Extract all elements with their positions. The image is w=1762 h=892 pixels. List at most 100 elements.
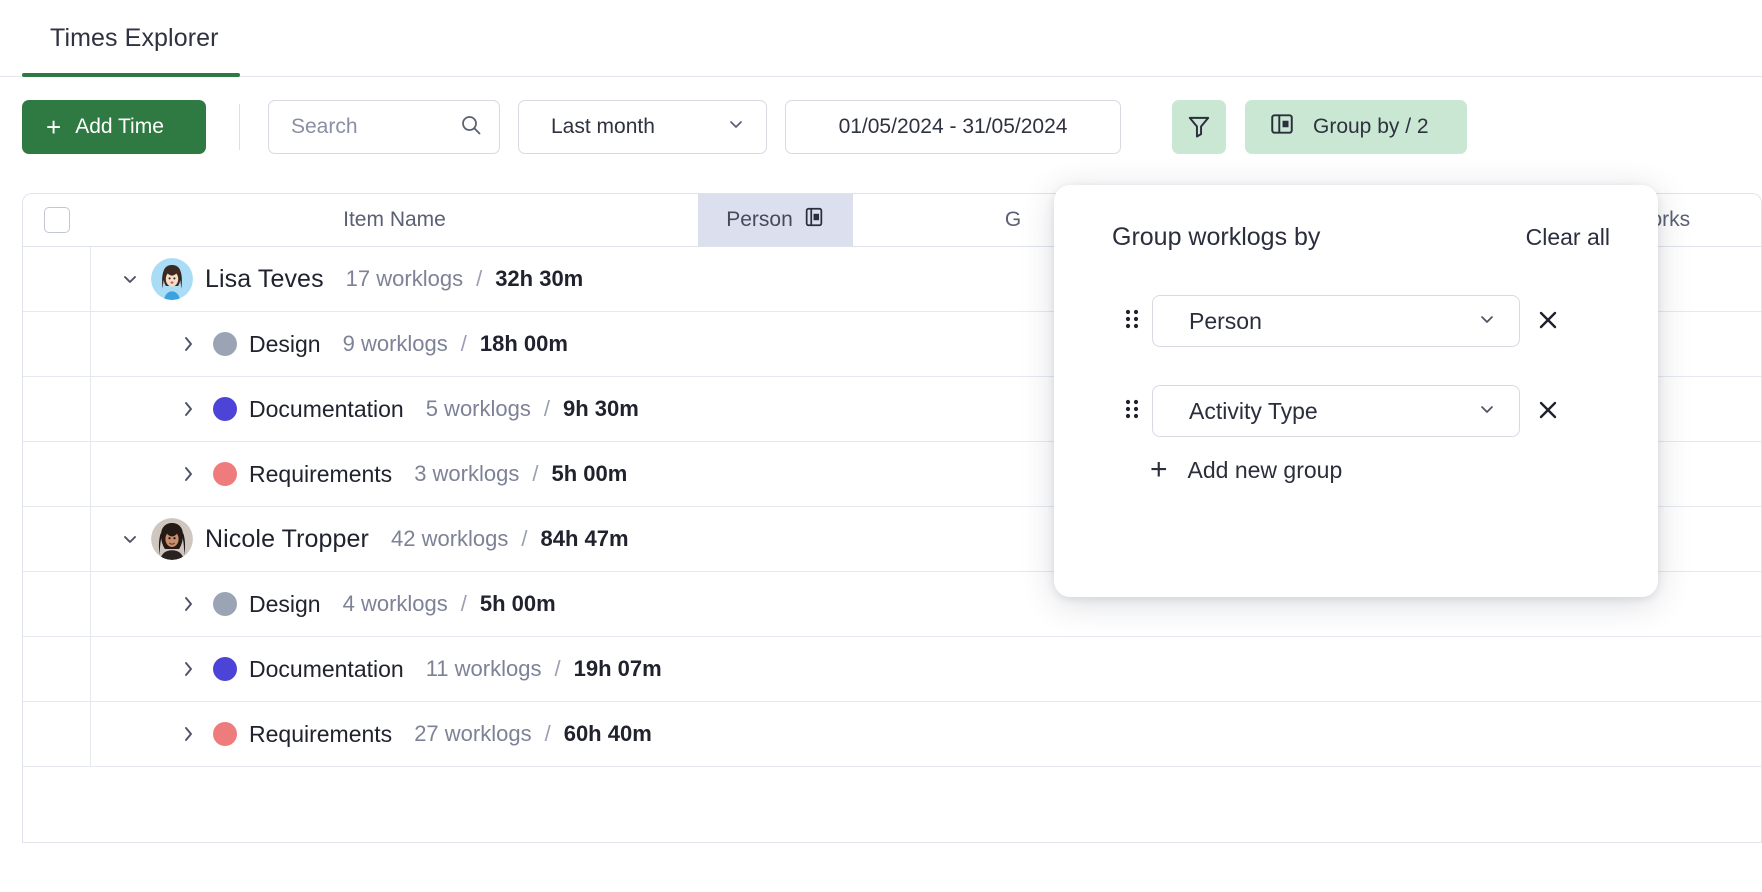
activity-color-dot [213, 397, 237, 421]
worklogs-count: 3 worklogs [414, 461, 520, 486]
activity-name: Requirements [249, 720, 393, 747]
group-row-person: Person [1112, 293, 1612, 349]
remove-group-button-1[interactable] [1520, 295, 1576, 347]
row-content: Requirements 27 worklogs / 60h 40m [91, 702, 652, 766]
meta-separator: / [476, 266, 483, 291]
column-label-item-name: Item Name [343, 208, 446, 231]
row-meta: 11 worklogs / 19h 07m [426, 656, 662, 682]
duration-total: 5h 00m [479, 591, 556, 616]
worklogs-count: 42 worklogs [390, 526, 509, 551]
select-all-checkbox[interactable] [44, 207, 70, 233]
row-meta: 17 worklogs / 32h 30m [346, 266, 584, 292]
chevron-right-icon[interactable] [171, 657, 205, 681]
times-explorer-app: Times Explorer + Add Time Search Last mo… [0, 0, 1762, 892]
chevron-right-icon[interactable] [171, 332, 205, 356]
activity-name: Documentation [249, 655, 404, 682]
table-row[interactable]: Documentation 11 worklogs / 19h 07m [23, 637, 1761, 702]
chevron-right-icon[interactable] [171, 462, 205, 486]
meta-separator: / [460, 331, 467, 356]
chevron-down-icon[interactable] [113, 267, 147, 291]
row-meta: 27 worklogs / 60h 40m [414, 721, 652, 747]
avatar [151, 258, 193, 300]
activity-color-dot [213, 657, 237, 681]
add-time-button[interactable]: + Add Time [22, 100, 206, 154]
funnel-icon [1186, 113, 1212, 142]
column-header-person[interactable]: Person [698, 194, 853, 246]
column-label-person: Person [726, 208, 793, 231]
search-input[interactable]: Search [268, 100, 500, 154]
row-gutter [23, 637, 91, 701]
tab-times-explorer[interactable]: Times Explorer [22, 0, 247, 77]
drag-handle-icon[interactable] [1112, 307, 1152, 335]
row-gutter [23, 572, 91, 636]
group-by-label: Group by / 2 [1313, 115, 1429, 138]
activity-color-dot [213, 462, 237, 486]
row-meta: 42 worklogs / 84h 47m [391, 526, 629, 552]
date-range-picker[interactable]: 01/05/2024 - 31/05/2024 [785, 100, 1121, 154]
filter-button[interactable] [1172, 100, 1226, 154]
add-time-label: Add Time [75, 115, 164, 138]
row-content: Nicole Tropper 42 worklogs / 84h 47m [91, 507, 629, 571]
group-select-value: Person [1189, 307, 1262, 334]
row-gutter [23, 377, 91, 441]
panel-layout-icon [1269, 111, 1295, 143]
meta-separator: / [544, 721, 551, 746]
period-select[interactable]: Last month [518, 100, 767, 154]
chevron-down-icon[interactable] [113, 527, 147, 551]
date-range-value: 01/05/2024 - 31/05/2024 [838, 115, 1068, 138]
panel-layout-icon [803, 206, 825, 234]
group-select-value: Activity Type [1189, 397, 1318, 424]
add-new-group-label: Add new group [1187, 456, 1343, 483]
worklogs-count: 27 worklogs [414, 721, 532, 746]
period-value: Last month [551, 115, 655, 138]
row-meta: 9 worklogs / 18h 00m [343, 331, 568, 357]
group-select-2[interactable]: Activity Type [1152, 385, 1520, 437]
duration-total: 19h 07m [573, 656, 662, 681]
chevron-down-icon [1477, 308, 1497, 335]
row-content: Requirements 3 worklogs / 5h 00m [91, 442, 627, 506]
chevron-right-icon[interactable] [171, 722, 205, 746]
meta-separator: / [521, 526, 528, 551]
worklogs-count: 11 worklogs [425, 656, 542, 681]
chevron-down-icon [1477, 398, 1497, 425]
meta-separator: / [543, 396, 550, 421]
drag-handle-icon[interactable] [1112, 397, 1152, 425]
row-content: Documentation 11 worklogs / 19h 07m [91, 637, 662, 701]
meta-separator: / [532, 461, 539, 486]
group-row-activity-type: Activity Type [1112, 383, 1612, 439]
row-gutter [23, 247, 91, 311]
search-icon [459, 113, 483, 142]
toolbar-divider [239, 104, 240, 150]
row-gutter [23, 312, 91, 376]
row-meta: 4 worklogs / 5h 00m [343, 591, 556, 617]
row-gutter [23, 442, 91, 506]
chevron-right-icon[interactable] [171, 592, 205, 616]
chevron-down-icon [726, 114, 746, 140]
group-by-button[interactable]: Group by / 2 [1245, 100, 1467, 154]
avatar [151, 518, 193, 560]
clear-all-button[interactable]: Clear all [1526, 224, 1610, 251]
table-row[interactable]: Requirements 27 worklogs / 60h 40m [23, 702, 1761, 767]
duration-total: 32h 30m [495, 266, 584, 291]
remove-group-button-2[interactable] [1520, 385, 1576, 437]
row-content: Design 9 worklogs / 18h 00m [91, 312, 568, 376]
duration-total: 5h 00m [551, 461, 628, 486]
search-placeholder: Search [291, 115, 358, 138]
close-icon [1536, 398, 1560, 425]
activity-color-dot [213, 592, 237, 616]
add-new-group-button[interactable]: + Add new group [1150, 455, 1342, 485]
group-select-1[interactable]: Person [1152, 295, 1520, 347]
popup-header: Group worklogs by Clear all [1054, 185, 1658, 290]
select-all-cell [23, 194, 91, 246]
duration-total: 60h 40m [563, 721, 652, 746]
person-name: Nicole Tropper [205, 524, 369, 553]
chevron-right-icon[interactable] [171, 397, 205, 421]
worklogs-count: 4 worklogs [342, 591, 448, 616]
row-meta: 3 worklogs / 5h 00m [414, 461, 627, 487]
column-header-item-name[interactable]: Item Name [91, 194, 698, 246]
group-by-popup: Group worklogs by Clear all Person Activ… [1054, 185, 1658, 597]
row-meta: 5 worklogs / 9h 30m [426, 396, 639, 422]
duration-total: 84h 47m [540, 526, 629, 551]
meta-separator: / [554, 656, 561, 681]
activity-color-dot [213, 722, 237, 746]
